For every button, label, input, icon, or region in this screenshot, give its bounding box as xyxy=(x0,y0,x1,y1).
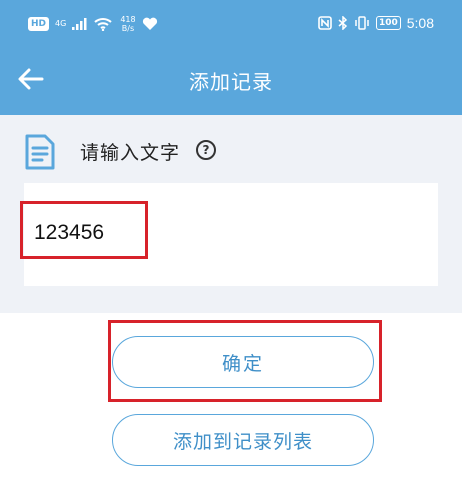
document-icon xyxy=(25,134,55,170)
nfc-icon xyxy=(318,16,332,30)
status-left: HD 4G 418 B/s xyxy=(28,15,158,33)
vibrate-icon xyxy=(355,16,369,30)
add-to-list-button[interactable]: 添加到记录列表 xyxy=(112,414,374,466)
signal-label: 4G xyxy=(55,19,67,28)
header: HD 4G 418 B/s 100 5:08 添加记录 xyxy=(0,0,462,115)
heart-icon xyxy=(142,17,157,30)
status-bar: HD 4G 418 B/s 100 5:08 xyxy=(0,0,462,44)
battery-indicator: 100 xyxy=(375,16,401,30)
net-speed-value: 418 xyxy=(120,15,136,24)
wifi-icon xyxy=(94,18,112,31)
input-prompt-label: 请输入文字 xyxy=(80,142,181,164)
status-time: 5:08 xyxy=(406,15,434,31)
confirm-highlight-box xyxy=(108,320,382,402)
input-highlight-box xyxy=(20,201,148,259)
app-bar: 添加记录 xyxy=(0,44,462,115)
cell-signal-icon xyxy=(72,18,87,30)
bluetooth-icon xyxy=(338,16,348,30)
hd-badge: HD xyxy=(28,17,50,31)
help-icon[interactable]: ? xyxy=(196,140,216,160)
net-speed-unit: B/s xyxy=(121,24,135,33)
status-right: 100 5:08 xyxy=(318,15,434,31)
page-title: 添加记录 xyxy=(189,70,273,94)
net-speed: 418 B/s xyxy=(120,15,135,33)
